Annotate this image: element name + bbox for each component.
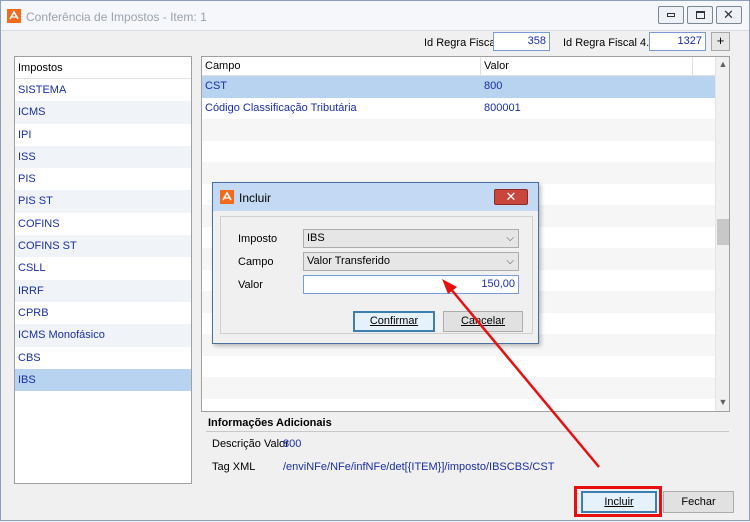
incluir-dialog: Incluir ✕ Imposto IBS ⌵ Campo Valor Tran… <box>212 182 539 344</box>
col-valor-header: Valor <box>484 60 509 72</box>
imposto-item[interactable]: IPI <box>15 124 191 146</box>
id-regra-fiscal-label: Id Regra Fiscal <box>424 37 498 49</box>
scroll-down-icon[interactable]: ▼ <box>718 397 728 407</box>
imposto-item[interactable]: CBS <box>15 347 191 369</box>
impostos-rows: SISTEMA ICMS IPI ISS PIS PIS ST COFINS COFINS S… <box>15 79 191 392</box>
dialog-body: Imposto IBS ⌵ Campo Valor Transferido ⌵ … <box>220 216 533 334</box>
imposto-item[interactable]: PIS <box>15 168 191 190</box>
cancelar-button[interactable]: Cancelar <box>443 311 523 332</box>
imposto-item[interactable]: COFINS ST <box>15 235 191 258</box>
col-separator <box>480 57 481 76</box>
dialog-close-icon[interactable]: ✕ <box>494 189 528 205</box>
info-title: Informações Adicionais <box>208 417 332 429</box>
table-row[interactable] <box>202 162 715 184</box>
cell-campo: Código Classificação Tributária <box>205 101 357 114</box>
descricao-value: 800 <box>283 438 302 450</box>
info-divider <box>206 431 729 432</box>
grid-scrollbar[interactable]: ▲ ▼ <box>715 57 729 411</box>
window-title: Conferência de Impostos - Item: 1 <box>26 10 207 24</box>
window-close-icon[interactable]: ✕ <box>716 6 742 24</box>
col-campo-header: Campo <box>205 60 241 72</box>
cell-campo: CST <box>205 80 227 92</box>
impostos-header: Impostos <box>15 57 191 79</box>
imposto-select[interactable]: IBS ⌵ <box>303 229 519 248</box>
chevron-down-icon: ⌵ <box>506 256 514 267</box>
incluir-highlight <box>574 486 662 517</box>
campo-label: Campo <box>238 256 274 268</box>
descricao-label: Descrição Valor <box>212 438 289 450</box>
window-minimize-icon[interactable] <box>658 6 684 24</box>
valor-label: Valor <box>238 279 263 291</box>
imposto-item[interactable]: ISS <box>15 145 191 169</box>
imposto-select-value: IBS <box>307 232 325 244</box>
imposto-item[interactable]: IRRF <box>15 279 191 302</box>
dialog-title-bar: Incluir ✕ <box>213 183 538 211</box>
confirmar-label: Confirmar <box>369 315 419 327</box>
valor-input[interactable]: 150,00 <box>303 275 519 294</box>
scroll-up-icon[interactable]: ▲ <box>718 59 728 69</box>
scroll-thumb[interactable] <box>717 219 729 245</box>
imposto-item[interactable]: CPRB <box>15 302 191 324</box>
imposto-label: Imposto <box>238 233 278 245</box>
main-window: Conferência de Impostos - Item: 1 ✕ Id R… <box>0 0 750 521</box>
table-row[interactable]: CST 800 <box>202 76 715 98</box>
window-maximize-icon[interactable] <box>687 6 713 24</box>
table-row[interactable]: Código Classificação Tributária 800001 <box>202 97 715 119</box>
confirmar-button[interactable]: Confirmar <box>353 311 435 332</box>
cancelar-label: Cancelar <box>460 315 506 327</box>
campo-select-value: Valor Transferido <box>307 255 390 267</box>
imposto-item[interactable]: SISTEMA <box>15 79 191 101</box>
imposto-item[interactable]: ICMS Monofásico <box>15 324 191 347</box>
title-bar: Conferência de Impostos - Item: 1 ✕ <box>1 1 749 31</box>
campo-select[interactable]: Valor Transferido ⌵ <box>303 252 519 271</box>
imposto-item[interactable]: ICMS <box>15 101 191 124</box>
dialog-icon <box>220 190 234 204</box>
id-regra-fiscal-40-field[interactable]: 1327 <box>649 32 706 51</box>
imposto-item[interactable]: IBS <box>15 368 191 392</box>
id-regra-fiscal-field[interactable]: 358 <box>493 32 550 51</box>
grid-header: Campo Valor <box>202 57 715 76</box>
app-icon <box>7 9 21 23</box>
imposto-item[interactable]: COFINS <box>15 213 191 235</box>
table-row[interactable] <box>202 119 715 141</box>
fechar-button[interactable]: Fechar <box>663 491 734 513</box>
cell-valor: 800001 <box>484 101 521 114</box>
tag-xml-label: Tag XML <box>212 461 256 473</box>
table-row[interactable] <box>202 140 715 162</box>
chevron-down-icon: ⌵ <box>506 233 514 244</box>
fechar-label: Fechar <box>681 496 716 508</box>
imposto-item[interactable]: CSLL <box>15 257 191 279</box>
impostos-list: Impostos SISTEMA ICMS IPI ISS PIS PIS ST COFIN… <box>14 56 192 484</box>
id-regra-fiscal-40-label: Id Regra Fiscal 4.0 <box>563 37 656 49</box>
table-row[interactable] <box>202 398 715 411</box>
table-row[interactable] <box>202 377 715 399</box>
imposto-item[interactable]: PIS ST <box>15 190 191 213</box>
add-regra-button[interactable]: + <box>711 32 730 51</box>
table-row[interactable] <box>202 355 715 377</box>
col-separator <box>692 57 693 76</box>
cell-valor: 800 <box>484 80 503 92</box>
dialog-title: Incluir <box>239 191 272 205</box>
tag-xml-value: /enviNFe/NFe/infNFe/det[{ITEM}]/imposto/… <box>283 461 555 473</box>
